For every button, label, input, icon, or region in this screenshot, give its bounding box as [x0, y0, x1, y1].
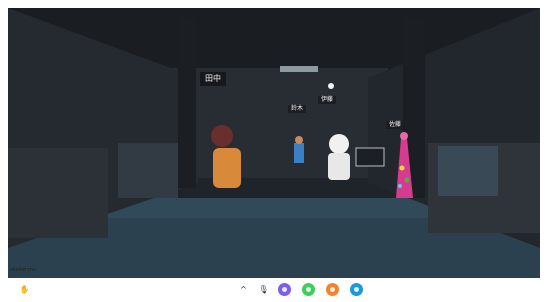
chat-button[interactable] — [350, 283, 363, 296]
chat-icon — [354, 287, 359, 292]
hand-icon[interactable]: ✋ — [18, 283, 31, 296]
avatar-nametag-small1: 鈴木 — [288, 105, 307, 113]
emoji-icon — [306, 287, 311, 292]
avatar-nametag-ito: 伊藤 — [318, 96, 337, 104]
microphone-icon[interactable]: 🎙 — [257, 283, 270, 296]
menu-button[interactable] — [278, 283, 291, 296]
virtual-space-viewport[interactable]: 田中 伊藤 鈴木 佐藤 — [8, 8, 540, 278]
menu-icon — [282, 287, 287, 292]
avatar-nametag-tanaka: 田中 — [200, 72, 226, 86]
scene-graphic — [8, 8, 540, 278]
chevron-up-icon[interactable]: ^ — [237, 283, 250, 296]
avatar-nametag-small2: 佐藤 — [386, 121, 405, 129]
reaction-button[interactable] — [326, 283, 339, 296]
watermark: cluster.mu — [10, 267, 37, 273]
reaction-icon — [330, 287, 335, 292]
emoji-button[interactable] — [302, 283, 315, 296]
bottom-toolbar: ✋ ^ 🎙 — [0, 278, 548, 302]
